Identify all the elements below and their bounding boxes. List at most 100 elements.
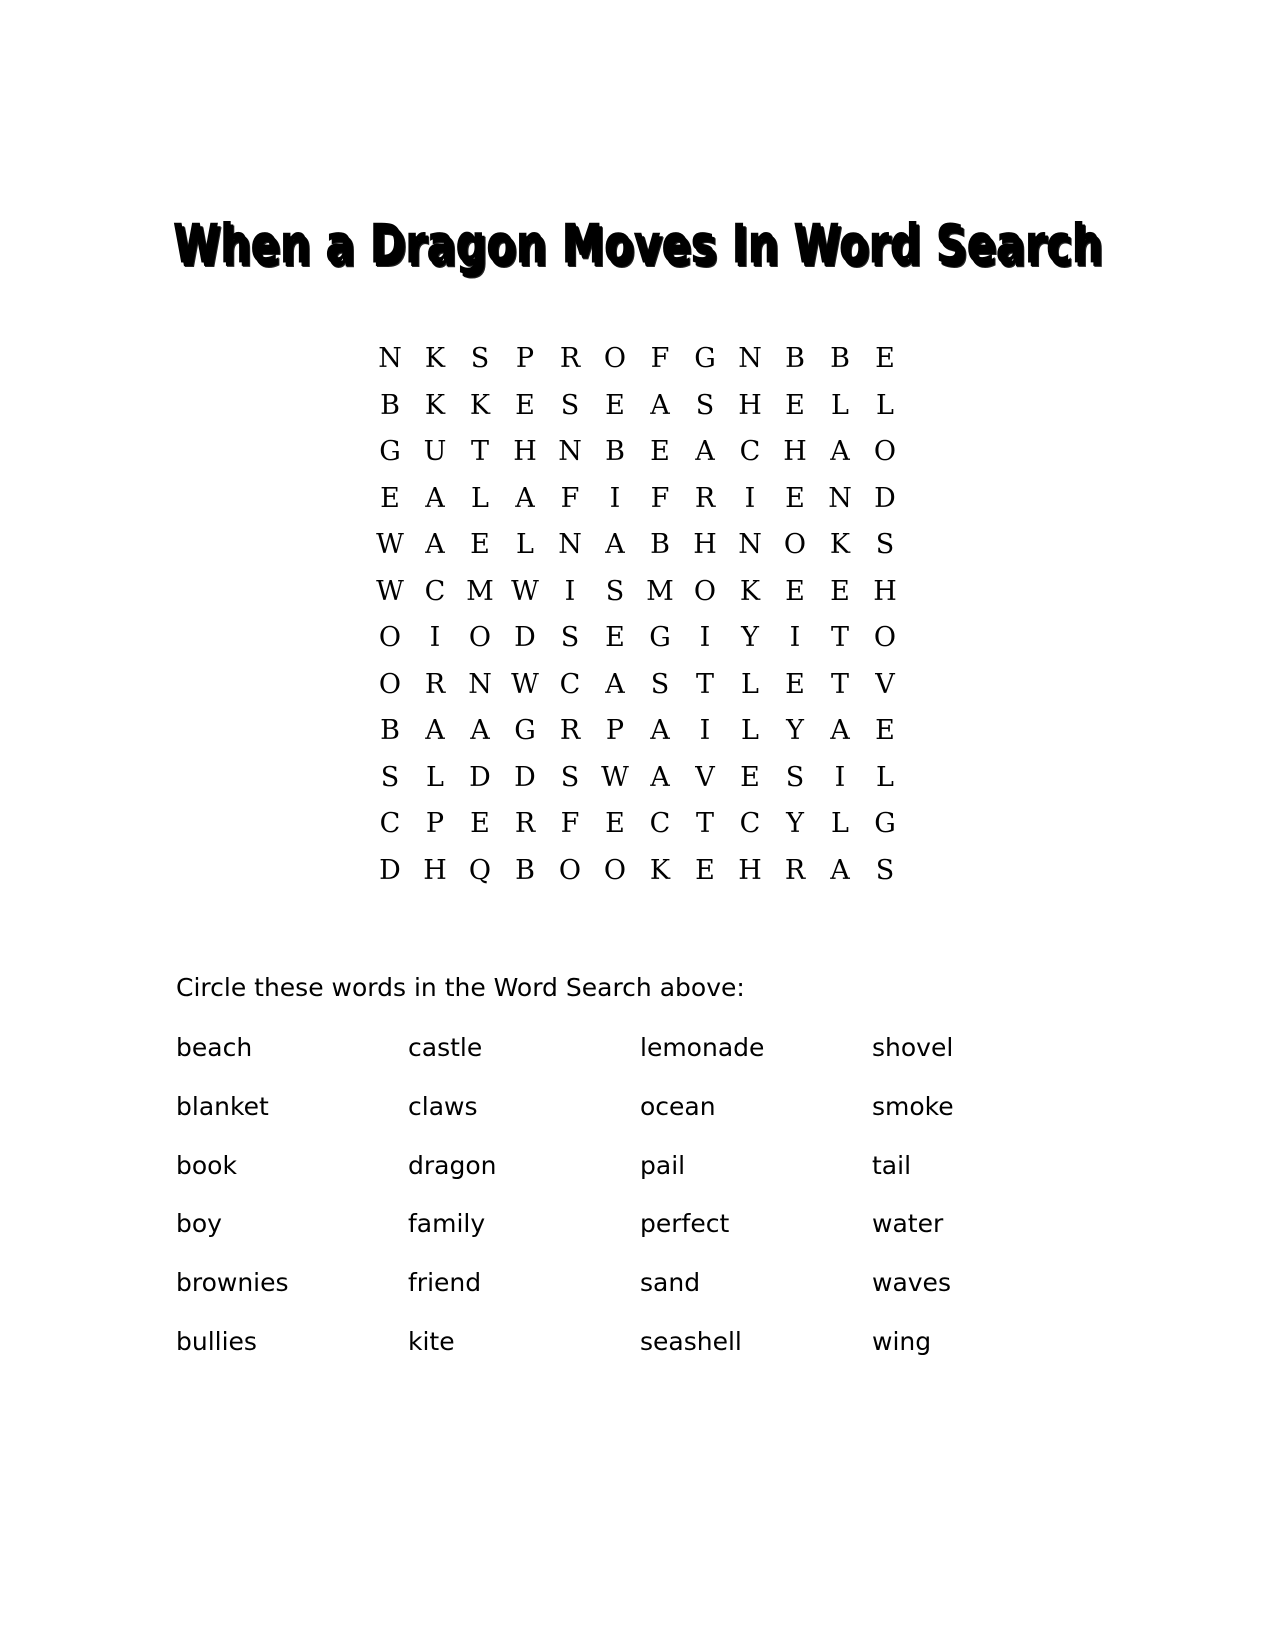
grid-letter[interactable]: E [773,662,818,709]
word-list-item[interactable]: family [408,1204,640,1263]
grid-letter[interactable]: E [593,801,638,848]
grid-letter[interactable]: C [413,569,458,616]
grid-letter[interactable]: I [683,708,728,755]
grid-letter[interactable]: V [683,755,728,802]
grid-letter[interactable]: B [368,383,413,430]
grid-letter[interactable]: K [728,569,773,616]
grid-letter[interactable]: O [593,336,638,383]
grid-letter[interactable]: B [593,429,638,476]
grid-letter[interactable]: L [818,801,863,848]
grid-letter[interactable]: W [368,569,413,616]
grid-letter[interactable]: B [368,708,413,755]
word-list-item[interactable]: brownies [176,1263,408,1322]
grid-letter[interactable]: D [503,615,548,662]
grid-letter[interactable]: E [368,476,413,523]
grid-letter[interactable]: E [593,383,638,430]
grid-letter[interactable]: D [863,476,908,523]
grid-letter[interactable]: C [638,801,683,848]
grid-letter[interactable]: I [728,476,773,523]
grid-letter[interactable]: O [863,615,908,662]
grid-letter[interactable]: O [548,848,593,895]
word-list-item[interactable]: pail [640,1146,872,1205]
word-list-item[interactable]: waves [872,1263,1096,1322]
grid-letter[interactable]: R [773,848,818,895]
grid-letter[interactable]: S [548,615,593,662]
grid-letter[interactable]: Q [458,848,503,895]
grid-letter[interactable]: T [818,662,863,709]
word-list-item[interactable]: seashell [640,1322,872,1381]
grid-letter[interactable]: N [458,662,503,709]
grid-letter[interactable]: T [683,662,728,709]
grid-letter[interactable]: S [593,569,638,616]
grid-letter[interactable]: C [368,801,413,848]
word-list-item[interactable]: lemonade [640,1028,872,1087]
grid-letter[interactable]: Y [773,708,818,755]
grid-letter[interactable]: K [638,848,683,895]
grid-letter[interactable]: W [503,569,548,616]
grid-letter[interactable]: A [593,522,638,569]
grid-letter[interactable]: E [458,801,503,848]
grid-letter[interactable]: K [413,336,458,383]
word-list-item[interactable]: water [872,1204,1096,1263]
grid-letter[interactable]: S [458,336,503,383]
grid-letter[interactable]: O [683,569,728,616]
grid-letter[interactable]: O [368,615,413,662]
grid-letter[interactable]: N [548,429,593,476]
grid-letter[interactable]: G [503,708,548,755]
grid-letter[interactable]: L [413,755,458,802]
grid-letter[interactable]: K [458,383,503,430]
grid-letter[interactable]: G [863,801,908,848]
grid-letter[interactable]: H [413,848,458,895]
word-list-item[interactable]: boy [176,1204,408,1263]
grid-letter[interactable]: V [863,662,908,709]
grid-letter[interactable]: T [683,801,728,848]
word-list-item[interactable]: wing [872,1322,1096,1381]
word-list-item[interactable]: blanket [176,1087,408,1146]
grid-letter[interactable]: F [548,801,593,848]
grid-letter[interactable]: N [818,476,863,523]
grid-letter[interactable]: R [548,336,593,383]
grid-letter[interactable]: A [818,708,863,755]
grid-letter[interactable]: E [818,569,863,616]
word-list-item[interactable]: shovel [872,1028,1096,1087]
grid-letter[interactable]: Y [773,801,818,848]
grid-letter[interactable]: A [638,755,683,802]
word-list-item[interactable]: ocean [640,1087,872,1146]
grid-letter[interactable]: E [593,615,638,662]
grid-letter[interactable]: E [773,383,818,430]
grid-letter[interactable]: I [818,755,863,802]
grid-letter[interactable]: A [458,708,503,755]
grid-letter[interactable]: L [728,708,773,755]
grid-letter[interactable]: L [458,476,503,523]
grid-letter[interactable]: A [683,429,728,476]
word-list-item[interactable]: claws [408,1087,640,1146]
grid-letter[interactable]: A [593,662,638,709]
grid-letter[interactable]: R [413,662,458,709]
grid-letter[interactable]: W [368,522,413,569]
grid-letter[interactable]: D [503,755,548,802]
grid-letter[interactable]: N [728,336,773,383]
grid-letter[interactable]: A [818,848,863,895]
grid-letter[interactable]: N [548,522,593,569]
word-list-item[interactable]: bullies [176,1322,408,1381]
grid-letter[interactable]: T [458,429,503,476]
grid-letter[interactable]: A [818,429,863,476]
grid-letter[interactable]: H [728,383,773,430]
grid-letter[interactable]: O [593,848,638,895]
word-list-item[interactable]: castle [408,1028,640,1087]
grid-letter[interactable]: E [863,708,908,755]
grid-letter[interactable]: P [413,801,458,848]
grid-letter[interactable]: H [773,429,818,476]
grid-letter[interactable]: C [728,429,773,476]
grid-letter[interactable]: L [863,755,908,802]
grid-letter[interactable]: L [728,662,773,709]
word-list-item[interactable]: perfect [640,1204,872,1263]
grid-letter[interactable]: I [683,615,728,662]
grid-letter[interactable]: O [863,429,908,476]
grid-letter[interactable]: R [503,801,548,848]
grid-letter[interactable]: B [638,522,683,569]
grid-letter[interactable]: F [638,476,683,523]
grid-letter[interactable]: E [728,755,773,802]
grid-letter[interactable]: A [638,708,683,755]
grid-letter[interactable]: C [548,662,593,709]
